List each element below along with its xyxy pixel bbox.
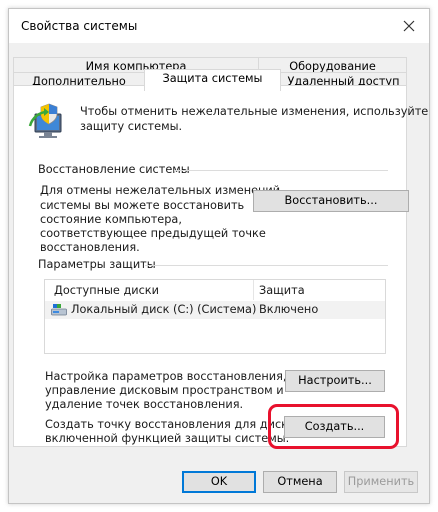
- tab-system-protection[interactable]: Защита системы: [144, 69, 281, 91]
- configure-desc-2: управление дисковым пространством и: [45, 384, 284, 397]
- window-title: Свойства системы: [21, 19, 138, 33]
- drive-icon: [51, 304, 67, 316]
- restore-divider: [174, 170, 388, 171]
- table-row[interactable]: Локальный диск (C:) (Система) Включено: [45, 301, 385, 319]
- column-protection[interactable]: Защита: [259, 284, 305, 297]
- drives-list[interactable]: Доступные диски Защита Локальный диск (C…: [44, 279, 386, 354]
- close-button[interactable]: [389, 9, 429, 43]
- drive-name: Локальный диск (C:) (Система): [71, 303, 257, 316]
- column-separator: [253, 280, 254, 300]
- restore-desc-5: восстановления.: [40, 241, 140, 254]
- close-icon: [403, 20, 415, 32]
- configure-button[interactable]: Настроить...: [285, 370, 385, 392]
- title-bar[interactable]: Свойства системы: [9, 9, 429, 43]
- configure-desc-1: Настройка параметров восстановления,: [45, 370, 287, 383]
- intro-line-1: Чтобы отменить нежелательные изменения, …: [80, 105, 429, 118]
- protection-heading: Параметры защиты: [38, 258, 156, 271]
- configure-desc-3: удаление точек восстановления.: [45, 398, 244, 411]
- restore-desc-3: состояние компьютера,: [40, 213, 182, 226]
- cancel-button[interactable]: Отмена: [263, 471, 337, 493]
- restore-button[interactable]: Восстановить...: [253, 190, 409, 212]
- system-protection-icon: [28, 103, 62, 138]
- list-header: Доступные диски Защита: [45, 280, 385, 300]
- create-desc-2: включенной функцией защиты системы.: [45, 432, 290, 445]
- intro-line-2: защиту системы.: [80, 120, 183, 133]
- restore-desc-2: системы вы можете восстановить: [40, 199, 245, 212]
- ok-button[interactable]: OK: [182, 471, 256, 493]
- protection-divider: [145, 265, 388, 266]
- drive-status: Включено: [259, 303, 319, 316]
- column-drives[interactable]: Доступные диски: [54, 284, 159, 297]
- restore-heading: Восстановление системы: [38, 163, 190, 176]
- restore-desc-4: соответствующее предыдущей точке: [40, 227, 266, 240]
- apply-button[interactable]: Применить: [344, 471, 418, 493]
- restore-desc-1: Для отмены нежелательных изменений: [40, 184, 281, 197]
- highlight-annotation: [268, 404, 399, 449]
